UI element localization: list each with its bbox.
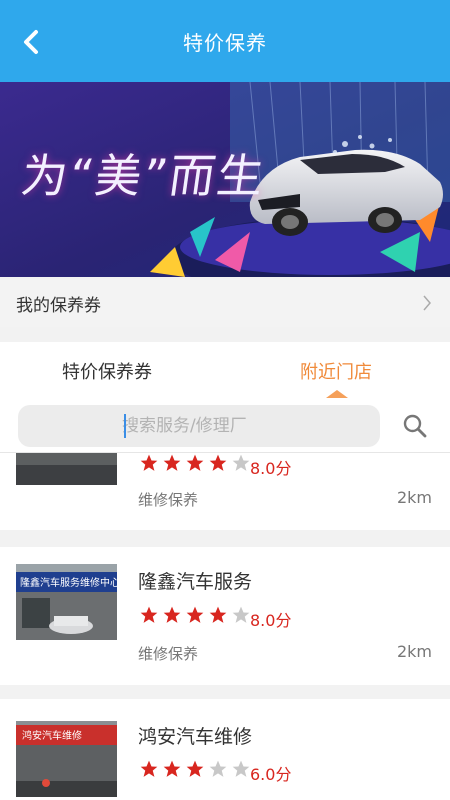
star-icon: [209, 454, 227, 471]
tab-nearby-shops[interactable]: 附近门店: [300, 358, 372, 384]
shop-distance: 2km: [396, 488, 432, 507]
shop-card[interactable]: 8.0分 维修保养 2km: [0, 453, 450, 530]
shop-service-tag: 维修保养: [138, 491, 199, 509]
svg-text:鸿安汽车维修: 鸿安汽车维修: [22, 729, 82, 742]
shop-distance: 2km: [396, 642, 432, 661]
shop-list: 8.0分 维修保养 2km 隆鑫汽车服务维修中心 隆鑫汽车服务 8.0分 维修保…: [0, 453, 450, 800]
star-icon: [163, 760, 181, 777]
rating-stars: [138, 759, 253, 779]
shop-score: 8.0分: [250, 459, 292, 478]
rating-stars: [138, 605, 253, 625]
text-caret: [124, 414, 126, 438]
star-icon: [186, 760, 204, 777]
my-coupons-row[interactable]: 我的保养券: [0, 279, 450, 327]
star-icon: [140, 606, 158, 623]
star-icon: [186, 606, 204, 623]
star-icon: [186, 454, 204, 471]
top-bar: 特价保养: [0, 0, 450, 82]
star-icon: [232, 760, 250, 777]
search-area: [0, 400, 450, 453]
star-icon: [232, 606, 250, 623]
star-icon: [140, 760, 158, 777]
shop-name: 隆鑫汽车服务: [138, 571, 253, 593]
banner-slogan: 为“美”而生: [17, 149, 270, 203]
svg-text:隆鑫汽车服务维修中心: 隆鑫汽车服务维修中心: [20, 576, 117, 589]
shop-card[interactable]: 隆鑫汽车服务维修中心 隆鑫汽车服务 8.0分 维修保养 2km: [0, 547, 450, 685]
shop-service-tag: 维修保养: [138, 645, 199, 663]
shop-photo: [16, 453, 117, 485]
page-title: 特价保养: [183, 31, 267, 55]
search-input[interactable]: [18, 405, 380, 447]
rating-stars: [138, 453, 253, 473]
star-icon: [163, 454, 181, 471]
shop-name: 鸿安汽车维修: [138, 726, 253, 748]
tab-special-coupons[interactable]: 特价保养券: [62, 358, 152, 384]
tab-bar: 特价保养券 附近门店: [0, 342, 450, 400]
shop-score: 6.0分: [250, 765, 292, 784]
shop-card[interactable]: 鸿安汽车维修 鸿安汽车维修 6.0分: [0, 699, 450, 800]
star-icon: [209, 760, 227, 777]
star-icon: [232, 454, 250, 471]
chevron-right-icon: [423, 295, 431, 311]
my-coupons-label: 我的保养券: [16, 295, 101, 316]
shop-score: 8.0分: [250, 611, 292, 630]
active-tab-indicator: [326, 390, 348, 398]
star-icon: [163, 606, 181, 623]
shop-photo: 隆鑫汽车服务维修中心: [16, 564, 117, 640]
star-icon: [209, 606, 227, 623]
shop-photo: 鸿安汽车维修: [16, 721, 117, 797]
star-icon: [140, 454, 158, 471]
promo-banner[interactable]: 为“美”而生: [0, 82, 450, 277]
search-icon[interactable]: [402, 413, 428, 439]
